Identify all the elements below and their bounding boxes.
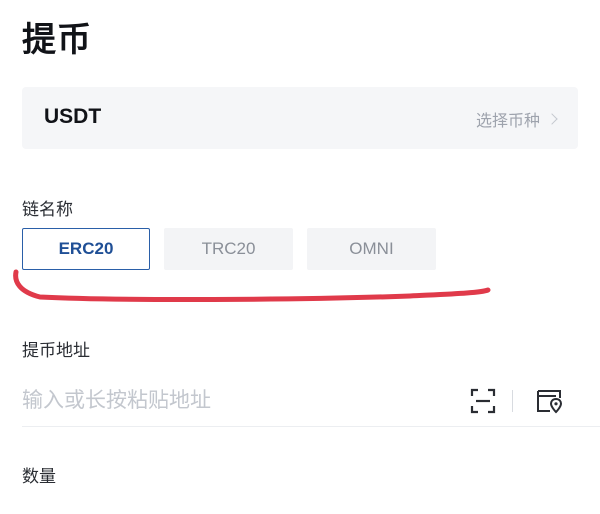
select-coin-link[interactable]: 选择币种: [476, 107, 556, 131]
chevron-right-icon: [546, 113, 557, 124]
coin-selector[interactable]: USDT 选择币种: [22, 87, 578, 149]
address-label: 提币地址: [22, 336, 90, 361]
select-coin-label: 选择币种: [476, 107, 540, 131]
withdraw-page: 提币 USDT 选择币种 链名称 ERC20 TRC20 OMNI 提币地址 数…: [0, 0, 600, 514]
address-book-icon[interactable]: [534, 386, 564, 416]
address-input[interactable]: [22, 380, 442, 420]
page-title: 提币: [22, 12, 92, 61]
red-underline-annotation: [0, 260, 600, 320]
coin-symbol: USDT: [44, 105, 101, 129]
scan-icon[interactable]: [470, 388, 496, 414]
address-row: [22, 380, 600, 427]
chain-name-label: 链名称: [22, 195, 73, 220]
quantity-label: 数量: [22, 462, 56, 487]
icon-divider: [512, 390, 513, 412]
